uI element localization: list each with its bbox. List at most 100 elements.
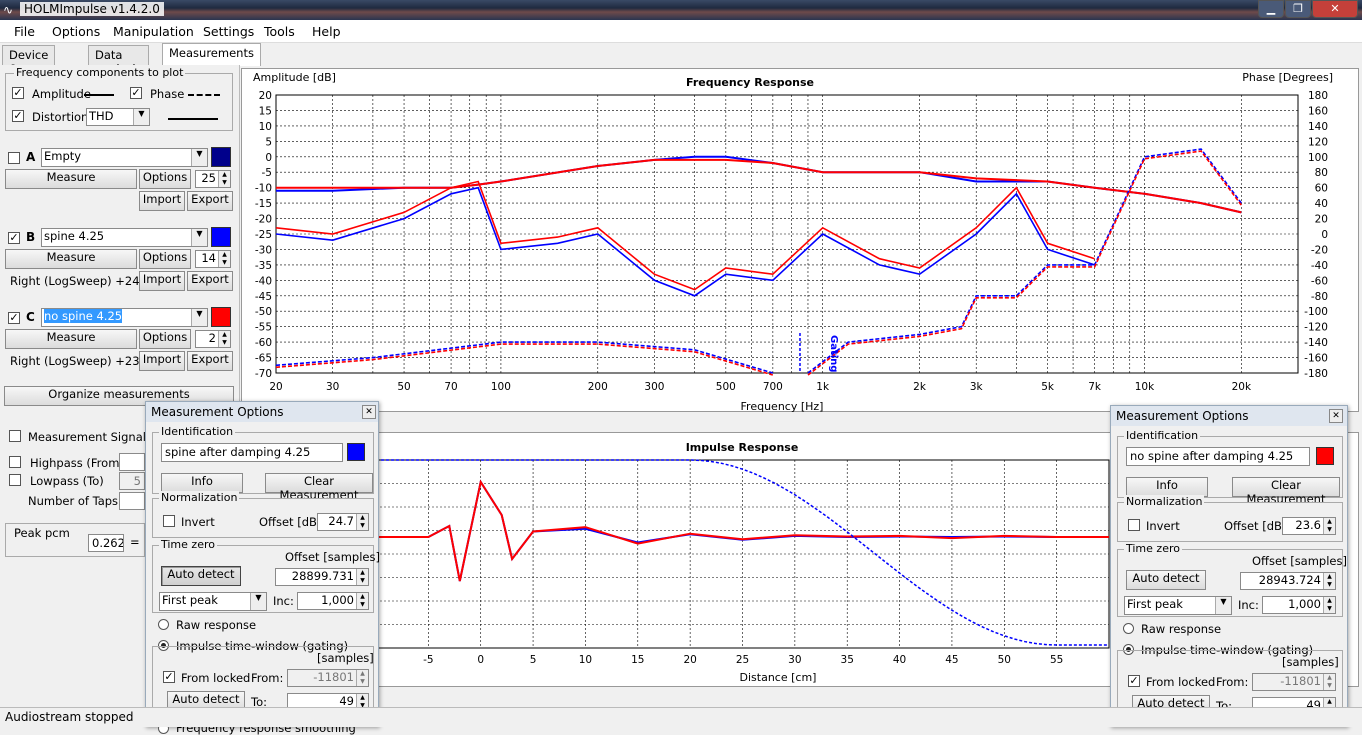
- amplitude-label: Amplitude: [32, 87, 91, 101]
- dialog-b-from-locked-checkbox[interactable]: ✓: [163, 671, 175, 683]
- dialog-c-name-input[interactable]: no spine after damping 4.25: [1126, 447, 1310, 466]
- menu-file[interactable]: File: [14, 24, 35, 39]
- dialog-c-peak-mode-select[interactable]: First peak ▼: [1124, 596, 1232, 615]
- dialog-c-clear-button[interactable]: Clear Measurement: [1232, 477, 1340, 506]
- menu-manipulation[interactable]: Manipulation: [113, 24, 194, 39]
- dialog-b-offset-samples-input[interactable]: 28899.731 ▲ ▼: [275, 568, 369, 586]
- distortion-checkbox[interactable]: ✓: [12, 110, 24, 122]
- menu-tools[interactable]: Tools: [264, 24, 295, 39]
- measurement-options-dialog-c: Measurement Options ✕ Identification no …: [1110, 405, 1348, 727]
- peak-value: 0.262: [88, 534, 124, 552]
- measurement-b-import-button[interactable]: Import: [139, 271, 185, 291]
- phase-checkbox[interactable]: ✓: [130, 87, 142, 99]
- spinner-arrows-icon[interactable]: ▲▼: [218, 171, 230, 187]
- measurement-b-options-button[interactable]: Options: [139, 249, 191, 269]
- close-icon[interactable]: ✕: [362, 405, 376, 419]
- dialog-b-info-button[interactable]: Info: [161, 473, 243, 493]
- dialog-b-color[interactable]: [347, 443, 365, 461]
- lowpass-checkbox[interactable]: [9, 474, 21, 486]
- spinner-arrows-icon[interactable]: ▲▼: [1323, 597, 1335, 613]
- freq-left-tick: -30: [255, 244, 272, 256]
- spinner-arrows-icon[interactable]: ▲▼: [356, 593, 368, 609]
- measurement-b-export-button[interactable]: Export: [187, 271, 233, 291]
- dialog-b-title: Measurement Options: [146, 402, 378, 422]
- menu-settings[interactable]: Settings: [203, 24, 254, 39]
- dialog-c-offset-db-input[interactable]: 23.6 ▲ ▼: [1282, 517, 1336, 535]
- spinner-arrows-icon[interactable]: ▲▼: [1323, 518, 1335, 534]
- dialog-b-inc-input[interactable]: 1,000 ▲ ▼: [297, 592, 369, 610]
- measurement-a-color[interactable]: [211, 147, 231, 167]
- close-button[interactable]: ✕: [1312, 0, 1358, 18]
- distortion-label: Distortion: [32, 110, 89, 124]
- dialog-c-invert-checkbox[interactable]: [1128, 519, 1140, 531]
- measurement-a-options-button[interactable]: Options: [139, 169, 191, 189]
- dialog-c-auto-detect-button[interactable]: Auto detect: [1126, 570, 1206, 590]
- dialog-b-name-input[interactable]: spine after damping 4.25: [161, 443, 343, 462]
- measurement-a-count[interactable]: 25 ▲ ▼: [195, 170, 231, 188]
- measurement-c-count[interactable]: 2 ▲ ▼: [195, 330, 231, 348]
- measurement-b-select[interactable]: spine 4.25 ▼: [41, 228, 208, 247]
- measurement-c-measure-button[interactable]: Measure: [5, 329, 137, 349]
- spinner-arrows-icon[interactable]: ▲▼: [218, 331, 230, 347]
- freq-left-tick: -65: [255, 353, 272, 365]
- measurement-c-import-button[interactable]: Import: [139, 351, 185, 371]
- tab-measurements[interactable]: Measurements: [162, 43, 261, 66]
- lowpass-input[interactable]: 5: [119, 472, 145, 490]
- measurement-a-import-button[interactable]: Import: [139, 191, 185, 211]
- measurement-a-export-button[interactable]: Export: [187, 191, 233, 211]
- freq-x-tick: 300: [644, 381, 664, 393]
- measurement-b-checkbox[interactable]: ✓: [8, 232, 20, 244]
- measurement-b-count[interactable]: 14 ▲ ▼: [195, 250, 231, 268]
- measurement-c-options-button[interactable]: Options: [139, 329, 191, 349]
- tab-data-analysis[interactable]: Data analysis: [88, 45, 149, 76]
- dialog-b-raw-response-radio[interactable]: [158, 619, 169, 630]
- measurement-b-measure-button[interactable]: Measure: [5, 249, 137, 269]
- dialog-b-offset-db-input[interactable]: 24.7 ▲ ▼: [317, 513, 369, 531]
- dialog-b-identification-group: Identification spine after damping 4.25 …: [152, 425, 374, 502]
- close-icon[interactable]: ✕: [1329, 409, 1343, 423]
- spinner-arrows-icon[interactable]: ▲▼: [1323, 573, 1335, 589]
- chevron-down-icon: ▼: [191, 229, 207, 246]
- spinner-arrows-icon[interactable]: ▲▼: [356, 569, 368, 585]
- highpass-input[interactable]: [119, 453, 145, 471]
- spinner-arrows-icon[interactable]: ▲▼: [356, 670, 368, 686]
- measurement-c-export-button[interactable]: Export: [187, 351, 233, 371]
- highpass-checkbox[interactable]: [9, 456, 21, 468]
- menu-help[interactable]: Help: [312, 24, 341, 39]
- dialog-c-from-input[interactable]: -11801 ▲ ▼: [1252, 673, 1336, 691]
- amplitude-checkbox[interactable]: ✓: [12, 87, 24, 99]
- dialog-c-from-locked-checkbox[interactable]: ✓: [1128, 675, 1140, 687]
- dialog-b-peak-mode-select[interactable]: First peak ▼: [159, 592, 267, 611]
- distortion-type-select[interactable]: THD ▼: [86, 108, 150, 126]
- spinner-arrows-icon[interactable]: ▲▼: [218, 251, 230, 267]
- dialog-c-color[interactable]: [1316, 447, 1334, 465]
- dialog-c-info-button[interactable]: Info: [1126, 477, 1208, 497]
- measurement-a-select[interactable]: Empty ▼: [41, 148, 208, 167]
- dialog-b-raw-response-label: Raw response: [176, 618, 257, 632]
- measurement-a-measure-button[interactable]: Measure: [5, 169, 137, 189]
- menu-options[interactable]: Options: [52, 24, 100, 39]
- spinner-arrows-icon[interactable]: ▲▼: [356, 514, 368, 530]
- measurement-c-select[interactable]: no spine 4.25 ▼: [41, 308, 208, 327]
- dialog-b-clear-button[interactable]: Clear Measurement: [265, 473, 373, 502]
- dialog-c-inc-input[interactable]: 1,000 ▲ ▼: [1262, 596, 1336, 614]
- measurement-signal-checkbox[interactable]: [9, 430, 21, 442]
- freq-left-tick: 10: [259, 121, 272, 133]
- measurement-c-color[interactable]: [211, 307, 231, 327]
- spinner-arrows-icon[interactable]: ▲▼: [1323, 674, 1335, 690]
- taps-input[interactable]: [119, 492, 145, 510]
- maximize-button[interactable]: ❐: [1285, 0, 1311, 18]
- freq-left-tick: -10: [255, 183, 272, 195]
- dialog-c-offset-samples-input[interactable]: 28943.724 ▲ ▼: [1240, 572, 1336, 590]
- dialog-b-invert-checkbox[interactable]: [163, 515, 175, 527]
- frequency-response-chart[interactable]: Amplitude [dB] Phase [Degrees] Frequency…: [241, 68, 1359, 413]
- freq-left-tick: -60: [255, 337, 272, 349]
- dialog-b-from-input[interactable]: -11801 ▲ ▼: [287, 669, 369, 687]
- measurement-a-checkbox[interactable]: [8, 152, 20, 164]
- measurement-b-color[interactable]: [211, 227, 231, 247]
- minimize-button[interactable]: ▁: [1258, 0, 1284, 18]
- measurement-c-checkbox[interactable]: ✓: [8, 312, 20, 324]
- dialog-c-raw-response-radio[interactable]: [1123, 623, 1134, 634]
- dialog-b-auto-detect-button[interactable]: Auto detect: [161, 566, 241, 586]
- tab-device-signal[interactable]: Device & Signal: [2, 45, 56, 90]
